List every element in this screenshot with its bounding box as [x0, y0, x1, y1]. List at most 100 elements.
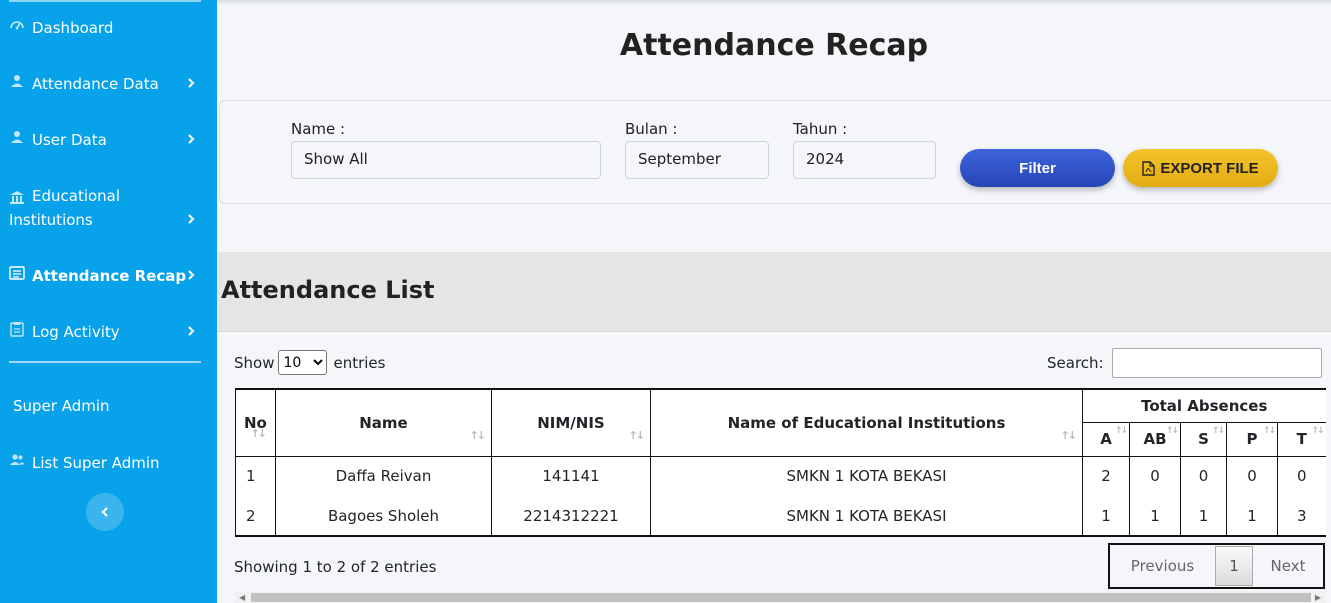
- sort-icon: ↑↓: [250, 426, 268, 440]
- chevron-right-icon: [188, 78, 195, 88]
- month-select[interactable]: September: [625, 141, 769, 179]
- search-input[interactable]: [1111, 348, 1322, 378]
- sidebar-divider: [9, 361, 201, 363]
- sidebar: Dashboard Attendance Data User Data Educ…: [0, 0, 217, 603]
- export-file-button[interactable]: EXPORT FILE: [1123, 149, 1278, 187]
- sidebar-item-attendance-data[interactable]: Attendance Data: [9, 72, 209, 96]
- cell-ab: 1: [1129, 496, 1181, 537]
- column-header-name[interactable]: Name ↑↓: [275, 388, 492, 457]
- cell-nim: 141141: [491, 456, 651, 496]
- sidebar-item-label: Dashboard: [32, 19, 114, 37]
- column-header-ab[interactable]: AB ↑↓: [1129, 421, 1181, 457]
- column-header-label: NIM/NIS: [537, 413, 605, 432]
- search-label: Search:: [1047, 354, 1104, 372]
- column-header-no[interactable]: No ↑↓: [235, 388, 276, 457]
- name-filter-label: Name :: [291, 120, 346, 138]
- column-group-total-absences: Total Absences: [1082, 388, 1326, 423]
- scroll-left-arrow-icon[interactable]: ◀: [239, 593, 245, 602]
- cell-name: Bagoes Sholeh: [275, 496, 492, 537]
- cell-s: 0: [1180, 456, 1227, 496]
- sidebar-item-user-data[interactable]: User Data: [9, 128, 209, 152]
- year-input[interactable]: 2024: [793, 141, 936, 179]
- filter-button[interactable]: Filter: [960, 149, 1115, 187]
- cell-institution: SMKN 1 KOTA BEKASI: [650, 456, 1083, 496]
- user-icon: [11, 75, 23, 87]
- cell-t: 0: [1277, 456, 1326, 496]
- column-header-label: Total Absences: [1141, 396, 1268, 415]
- chevron-right-icon: [188, 270, 195, 280]
- cell-institution: SMKN 1 KOTA BEKASI: [650, 496, 1083, 537]
- column-header-label: S: [1198, 430, 1209, 448]
- export-button-label: EXPORT FILE: [1160, 159, 1259, 177]
- pagination: Previous 1 Next: [1108, 543, 1325, 589]
- column-header-institution[interactable]: Name of Educational Institutions ↑↓: [650, 388, 1083, 457]
- entries-length-control: Show 10 25 50 100 entries: [234, 350, 385, 375]
- sort-icon: ↑↓: [1262, 425, 1276, 436]
- sidebar-item-label: Attendance Data: [32, 75, 159, 93]
- attendance-list-title: Attendance List: [221, 276, 435, 304]
- filter-button-label: Filter: [1019, 159, 1056, 177]
- topbar-shadow: [217, 0, 1331, 5]
- cell-no: 1: [235, 456, 276, 496]
- scrollbar-thumb[interactable]: [251, 593, 1311, 602]
- sidebar-top-divider: [9, 0, 201, 2]
- column-header-s[interactable]: S ↑↓: [1180, 421, 1227, 457]
- column-header-label: Name of Educational Institutions: [727, 413, 1006, 432]
- cell-s: 1: [1180, 496, 1227, 537]
- sidebar-item-log-activity[interactable]: Log Activity: [9, 320, 209, 344]
- chevron-right-icon: [188, 326, 195, 336]
- horizontal-scrollbar[interactable]: ◀ ▶: [235, 591, 1325, 603]
- column-header-p[interactable]: P ↑↓: [1226, 421, 1278, 457]
- table-row: 2 Bagoes Sholeh 2214312221 SMKN 1 KOTA B…: [235, 496, 1326, 537]
- sidebar-item-label: User Data: [32, 131, 107, 149]
- sidebar-item-dashboard[interactable]: Dashboard: [9, 16, 209, 40]
- main-content: Attendance Recap Name : Show All Bulan :…: [217, 0, 1331, 603]
- column-header-label: AB: [1143, 430, 1167, 448]
- sidebar-item-label: Educational Institutions: [9, 187, 121, 229]
- cell-a: 1: [1082, 496, 1130, 537]
- page-size-select[interactable]: 10 25 50 100: [278, 350, 328, 375]
- cell-ab: 0: [1129, 456, 1181, 496]
- attendance-table: No ↑↓ Name ↑↓ NIM/NIS ↑↓ Name of Educationa…: [235, 388, 1326, 537]
- column-header-nim[interactable]: NIM/NIS ↑↓: [491, 388, 651, 457]
- column-header-label: T: [1296, 430, 1307, 448]
- table-row: 1 Daffa Reivan 141141 SMKN 1 KOTA BEKASI…: [235, 456, 1326, 496]
- sidebar-item-list-super-admin[interactable]: List Super Admin: [9, 451, 209, 475]
- scroll-right-arrow-icon[interactable]: ▶: [1315, 593, 1321, 602]
- page-title: Attendance Recap: [619, 28, 929, 63]
- cell-no: 2: [235, 496, 276, 537]
- sidebar-section-label: Super Admin: [13, 397, 110, 415]
- column-header-label: A: [1100, 430, 1112, 448]
- column-header-label: Name: [359, 413, 408, 432]
- sidebar-item-attendance-recap[interactable]: Attendance Recap: [9, 264, 209, 288]
- page-1-button[interactable]: 1: [1215, 546, 1253, 586]
- previous-page-button[interactable]: Previous: [1110, 557, 1215, 575]
- sidebar-item-label: Attendance Recap: [32, 267, 187, 285]
- sort-icon: ↑↓: [469, 428, 487, 442]
- sort-icon: ↑↓: [1114, 425, 1128, 436]
- sort-icon: ↑↓: [1311, 425, 1324, 436]
- show-label: Show: [234, 353, 275, 372]
- column-header-label: P: [1246, 430, 1258, 448]
- month-filter-label: Bulan :: [625, 120, 678, 138]
- cell-p: 1: [1226, 496, 1278, 537]
- sort-icon: ↑↓: [628, 428, 646, 442]
- list-icon: [9, 266, 25, 280]
- user-icon: [11, 131, 23, 143]
- sidebar-item-label: Log Activity: [32, 323, 120, 341]
- users-icon: [10, 454, 25, 465]
- filter-card: Name : Show All Bulan : September Tahun …: [219, 100, 1331, 204]
- sort-icon: ↑↓: [1060, 428, 1078, 442]
- name-select[interactable]: Show All: [291, 141, 601, 179]
- column-header-t[interactable]: T ↑↓: [1277, 421, 1326, 457]
- sidebar-collapse-button[interactable]: [86, 493, 124, 531]
- table-info: Showing 1 to 2 of 2 entries: [234, 558, 437, 576]
- cell-t: 3: [1277, 496, 1326, 537]
- sidebar-item-educational-institutions[interactable]: Educational Institutions: [9, 184, 209, 232]
- next-page-button[interactable]: Next: [1253, 557, 1323, 575]
- chevron-right-icon: [188, 134, 195, 144]
- entries-label: entries: [333, 353, 386, 372]
- column-header-a[interactable]: A ↑↓: [1082, 421, 1130, 457]
- cell-nim: 2214312221: [491, 496, 651, 537]
- sidebar-item-label: List Super Admin: [32, 454, 160, 472]
